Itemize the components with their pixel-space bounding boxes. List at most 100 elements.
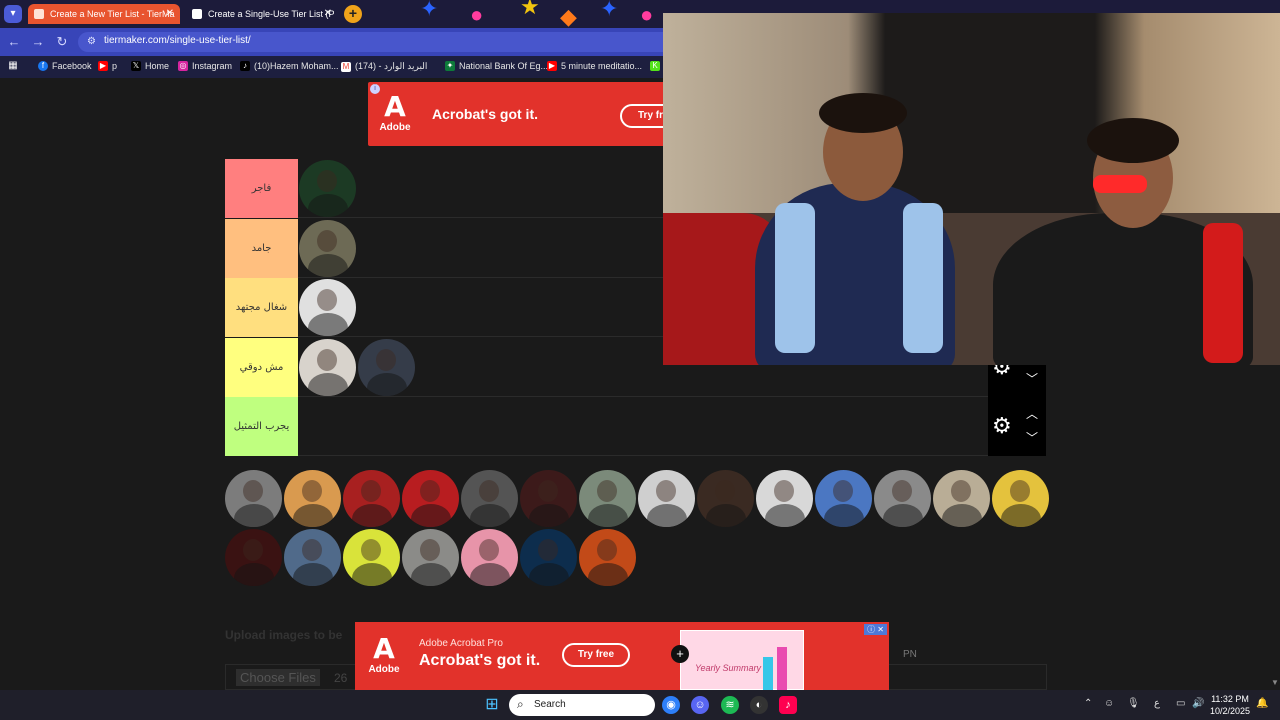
clock[interactable]: 11:32 PM 10/2/2025 xyxy=(1210,693,1250,717)
close-icon[interactable]: ✕ xyxy=(166,4,174,24)
volume-icon[interactable]: 🔊 xyxy=(1192,698,1204,709)
tab-create-new-tier-list[interactable]: Create a New Tier List - TierMa ✕ xyxy=(28,4,180,24)
pool-item-avatar[interactable] xyxy=(756,470,813,527)
microphone-icon[interactable]: 🎙 xyxy=(1127,698,1140,709)
close-icon[interactable]: ✕ xyxy=(324,4,332,24)
tier-item-avatar[interactable] xyxy=(299,338,356,396)
pool-item-avatar[interactable] xyxy=(402,529,459,586)
tray-overflow-icon[interactable]: ⌃ xyxy=(1084,698,1092,709)
site-info-icon[interactable]: ⚙ xyxy=(87,36,99,48)
x-icon: 𝕏 xyxy=(131,61,141,71)
apps-grid-icon[interactable]: ▦ xyxy=(8,61,18,71)
youtube-icon: ▶ xyxy=(98,61,108,71)
chevron-down-icon[interactable]: ﹀ xyxy=(1026,370,1038,387)
forward-icon[interactable]: → xyxy=(30,34,46,49)
ad-banner-bottom[interactable]: A Adobe Adobe Acrobat Pro Acrobat's got … xyxy=(355,622,889,690)
tiktok-icon: ♪ xyxy=(240,61,250,71)
file-count: 26 xyxy=(334,671,348,685)
tier-row: يجرب التمثيل ⚙ ︿ ﹀ xyxy=(225,397,1046,456)
tier-label[interactable]: جامد xyxy=(225,218,298,278)
gmail-icon: M xyxy=(341,61,351,72)
tier-items[interactable] xyxy=(299,278,356,337)
pool-item-avatar[interactable] xyxy=(284,529,341,586)
url-text[interactable]: tiermaker.com/single-use-tier-list/ xyxy=(104,35,251,46)
pool-item-avatar[interactable] xyxy=(402,470,459,527)
bookmark-more[interactable]: K xyxy=(650,61,660,71)
bank-icon: ✦ xyxy=(445,61,455,71)
pool-item-avatar[interactable] xyxy=(520,529,577,586)
tier-items[interactable] xyxy=(299,159,356,218)
language-indicator[interactable]: ع xyxy=(1154,698,1160,709)
pool-item-avatar[interactable] xyxy=(579,529,636,586)
bookmark-tiktok[interactable]: ♪ (10)Hazem Moham... xyxy=(240,61,339,71)
tiktok-icon[interactable]: ♪ xyxy=(779,696,797,714)
pool-item-avatar[interactable] xyxy=(225,529,282,586)
pool-item-avatar[interactable] xyxy=(343,470,400,527)
chevron-up-icon[interactable]: ︿ xyxy=(1026,405,1038,422)
bookmark-meditation[interactable]: ▶ 5 minute meditatio... xyxy=(547,61,642,71)
pool-item-avatar[interactable] xyxy=(697,470,754,527)
bookmark-home[interactable]: 𝕏 Home xyxy=(131,61,169,71)
tab-search-menu-button[interactable]: ▾ xyxy=(4,5,22,23)
tab-single-use-tier-list[interactable]: Create a Single-Use Tier List (P ✕ xyxy=(186,4,336,24)
bookmark-p[interactable]: ▶ p xyxy=(98,61,117,71)
tier-label[interactable]: فاجر xyxy=(225,159,298,218)
tab-title: Create a New Tier List - TierMa xyxy=(50,9,175,19)
windows-start-icon[interactable]: ⊞ xyxy=(483,696,501,714)
pool-item-avatar[interactable] xyxy=(579,470,636,527)
pool-item-avatar[interactable] xyxy=(343,529,400,586)
bookmark-gmail[interactable]: M (174) - البريد الوارد xyxy=(341,61,427,72)
tab-title: Create a Single-Use Tier List (P xyxy=(208,9,335,19)
bookmark-label: (174) - البريد الوارد xyxy=(355,61,428,71)
pool-row xyxy=(225,470,1049,527)
bookmark-label: Home xyxy=(145,61,170,71)
tier-items[interactable] xyxy=(299,219,356,278)
bookmark-national-bank[interactable]: ✦ National Bank Of Eg... xyxy=(445,61,548,71)
pool-item-avatar[interactable] xyxy=(284,470,341,527)
back-icon[interactable]: ← xyxy=(6,34,22,49)
chrome-icon[interactable]: ◉ xyxy=(662,696,680,714)
pool-item-avatar[interactable] xyxy=(815,470,872,527)
pool-item-avatar[interactable] xyxy=(225,470,282,527)
ad-banner-top[interactable]: i A Adobe Acrobat's got it. Try fr xyxy=(368,82,680,146)
tier-label[interactable]: يجرب التمثيل xyxy=(225,397,298,456)
obs-icon[interactable]: ◐ xyxy=(750,696,768,714)
reload-icon[interactable]: ↻ xyxy=(54,34,70,50)
tier-item-avatar[interactable] xyxy=(299,160,356,217)
notification-icon[interactable]: 🔔 xyxy=(1256,698,1268,709)
bookmark-instagram[interactable]: ◎ Instagram xyxy=(178,61,232,71)
pool-item-avatar[interactable] xyxy=(933,470,990,527)
ad-try-free-button[interactable]: Try free xyxy=(562,643,630,667)
choose-files-button[interactable]: Choose Files xyxy=(236,669,320,686)
bookmark-label: Instagram xyxy=(192,61,233,71)
pool-item-avatar[interactable] xyxy=(461,470,518,527)
pool-item-avatar[interactable] xyxy=(992,470,1049,527)
pool-item-avatar[interactable] xyxy=(461,529,518,586)
tier-item-avatar[interactable] xyxy=(299,219,356,277)
tier-label[interactable]: شغال مجتهد xyxy=(225,278,298,337)
tiermaker-favicon-icon xyxy=(192,9,202,19)
bookmark-facebook[interactable]: f Facebook xyxy=(38,61,92,71)
ad-product-name: Adobe Acrobat Pro xyxy=(419,638,503,649)
pool-item-avatar[interactable] xyxy=(638,470,695,527)
ad-close-icon[interactable]: ⓘ ✕ xyxy=(864,624,887,635)
tier-item-avatar[interactable] xyxy=(358,338,415,396)
tier-label[interactable]: مش دوقي xyxy=(225,337,298,397)
scroll-down-icon[interactable]: ▼ xyxy=(1271,678,1279,687)
clock-time: 11:32 PM xyxy=(1211,694,1249,704)
new-tab-button[interactable]: + xyxy=(344,5,362,23)
spotify-icon[interactable]: ≋ xyxy=(721,696,739,714)
plus-icon[interactable]: + xyxy=(671,645,689,663)
taskbar-search-box[interactable]: ⌕ Search xyxy=(509,694,655,716)
webcam-overlay xyxy=(663,13,1280,365)
tier-item-avatar[interactable] xyxy=(299,279,356,336)
pool-item-avatar[interactable] xyxy=(520,470,577,527)
discord-icon[interactable]: ☺ xyxy=(691,696,709,714)
search-icon: ⌕ xyxy=(517,697,524,711)
pool-item-avatar[interactable] xyxy=(874,470,931,527)
discord-tray-icon[interactable]: ☺ xyxy=(1104,698,1114,709)
gear-icon[interactable]: ⚙ xyxy=(992,414,1012,438)
tier-items[interactable] xyxy=(299,338,415,397)
chevron-down-icon[interactable]: ﹀ xyxy=(1026,429,1038,446)
network-icon[interactable]: ▭ xyxy=(1176,698,1185,709)
